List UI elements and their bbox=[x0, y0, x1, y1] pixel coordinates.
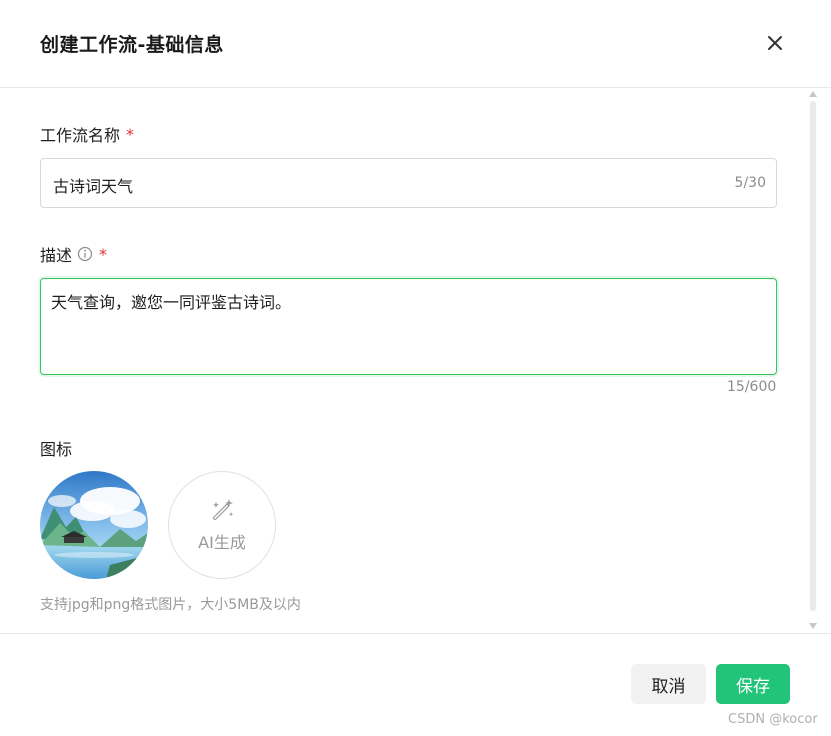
name-input-value: 古诗词天气 bbox=[53, 177, 134, 196]
watermark: CSDN @kocor bbox=[728, 712, 818, 727]
name-char-counter: 5/30 bbox=[734, 175, 766, 191]
ai-generate-label: AI生成 bbox=[198, 533, 246, 552]
scrollbar-thumb[interactable] bbox=[810, 101, 816, 611]
close-icon bbox=[768, 36, 782, 50]
icon-label: 图标 bbox=[40, 436, 72, 460]
name-input[interactable]: 古诗词天气 5/30 bbox=[40, 158, 777, 208]
workflow-icon-image[interactable] bbox=[40, 471, 148, 579]
description-label-text: 描述 bbox=[40, 246, 73, 265]
name-label-text: 工作流名称 bbox=[40, 126, 121, 145]
cancel-button[interactable]: 取消 bbox=[631, 664, 706, 704]
dialog-header: 创建工作流-基础信息 bbox=[0, 0, 831, 88]
dialog-body: 工作流名称 * 古诗词天气 5/30 描述 * 天气查询，邀您一同评鉴古诗词。 … bbox=[0, 89, 831, 633]
info-icon[interactable] bbox=[77, 246, 93, 262]
name-label: 工作流名称 * bbox=[40, 122, 134, 146]
description-char-counter: 15/600 bbox=[727, 379, 777, 395]
name-required-mark: * bbox=[126, 124, 135, 144]
dialog-footer: 取消 保存 CSDN @kocor bbox=[0, 633, 831, 736]
save-button[interactable]: 保存 bbox=[716, 664, 790, 704]
description-textarea-value: 天气查询，邀您一同评鉴古诗词。 bbox=[51, 293, 292, 312]
description-textarea[interactable]: 天气查询，邀您一同评鉴古诗词。 bbox=[40, 278, 777, 375]
description-label: 描述 * bbox=[40, 242, 107, 266]
create-workflow-dialog: 创建工作流-基础信息 工作流名称 * 古诗词天气 5/30 描述 * 天气查询，… bbox=[0, 0, 831, 736]
magic-wand-icon bbox=[213, 499, 234, 520]
scroll-up-icon bbox=[809, 91, 817, 97]
vertical-scrollbar[interactable] bbox=[806, 89, 820, 633]
icon-label-text: 图标 bbox=[40, 440, 73, 459]
icon-upload-hint: 支持jpg和png格式图片，大小5MB及以内 bbox=[40, 597, 301, 613]
description-required-mark: * bbox=[99, 244, 108, 264]
ai-generate-icon-button[interactable]: AI生成 bbox=[168, 471, 276, 579]
scroll-down-icon bbox=[809, 623, 817, 629]
close-button[interactable] bbox=[762, 30, 788, 56]
dialog-title: 创建工作流-基础信息 bbox=[40, 34, 224, 56]
